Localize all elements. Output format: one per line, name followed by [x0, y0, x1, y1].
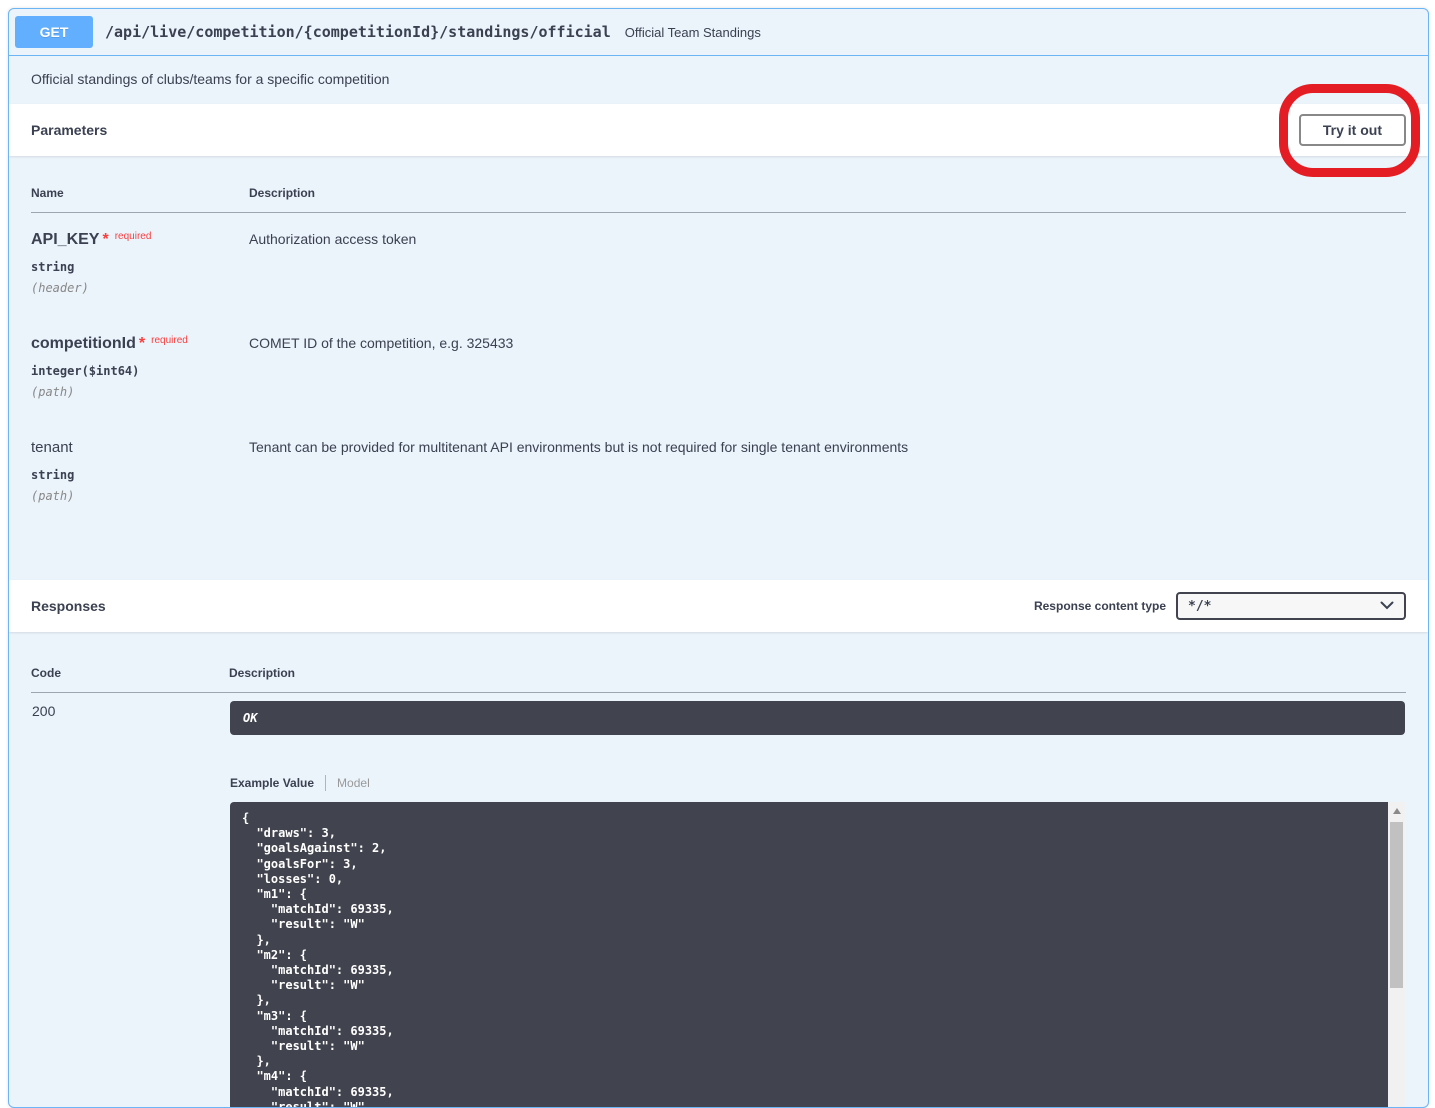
parameter-location: (path) [31, 385, 249, 399]
responses-description-header: Description [229, 666, 1406, 693]
required-label: required [115, 231, 152, 242]
response-description-bar: OK [230, 701, 1405, 735]
required-asterisk: * [102, 231, 108, 248]
endpoint-summary-text: Official Team Standings [625, 25, 761, 40]
parameters-table: Name Description API_KEY*required string… [31, 186, 1406, 525]
parameter-description: Authorization access token [249, 213, 1406, 318]
example-value-block: { "draws": 3, "goalsAgainst": 2, "goalsF… [230, 802, 1405, 1108]
parameters-section-header: Parameters Try it out [9, 104, 1428, 156]
parameter-row: competitionId* required integer($int64) (… [31, 317, 1406, 421]
parameter-name: competitionId [31, 335, 136, 352]
parameter-description: Tenant can be provided for multitenant A… [249, 421, 1406, 525]
parameter-location: (path) [31, 489, 249, 503]
parameter-name: tenant [31, 439, 73, 456]
parameter-row: tenant string (path) Tenant can be provi… [31, 421, 1406, 525]
endpoint-path: /api/live/competition/{competitionId}/st… [105, 23, 611, 41]
example-json-code: { "draws": 3, "goalsAgainst": 2, "goalsF… [230, 802, 1388, 1108]
parameters-name-header: Name [31, 186, 249, 213]
parameter-location: (header) [31, 281, 249, 295]
parameters-description-header: Description [249, 186, 1406, 213]
endpoint-summary-row[interactable]: GET /api/live/competition/{competitionId… [9, 9, 1428, 56]
scrollbar-thumb[interactable] [1390, 822, 1403, 988]
tab-model[interactable]: Model [337, 776, 370, 790]
parameter-name: API_KEY [31, 231, 99, 248]
try-it-out-button[interactable]: Try it out [1299, 114, 1406, 146]
response-content-type-label: Response content type [1034, 599, 1166, 613]
scroll-up-icon[interactable] [1388, 802, 1405, 819]
chevron-down-icon [1380, 599, 1394, 614]
parameters-table-container: Name Description API_KEY*required string… [9, 186, 1428, 525]
responses-section-header: Responses Response content type */* [9, 580, 1428, 632]
response-content-type-select[interactable]: */* [1176, 592, 1406, 620]
responses-title: Responses [31, 598, 106, 614]
responses-table-container: Code Description 200 OK Example Value Mo… [9, 666, 1428, 1108]
response-code: 200 [31, 693, 229, 1108]
response-row: 200 OK Example Value Model { "draws": 3,… [31, 693, 1406, 1108]
endpoint-description: Official standings of clubs/teams for a … [9, 56, 1428, 104]
parameter-row: API_KEY* required string (header) Authori… [31, 213, 1406, 318]
required-asterisk: * [139, 335, 145, 352]
parameter-description: COMET ID of the competition, e.g. 325433 [249, 317, 1406, 421]
parameter-type: string [31, 468, 249, 482]
responses-code-header: Code [31, 666, 229, 693]
operation-block-get: GET /api/live/competition/{competitionId… [8, 8, 1429, 1108]
parameter-type: string [31, 260, 249, 274]
parameter-type: integer($int64) [31, 364, 249, 378]
responses-table: Code Description 200 OK Example Value Mo… [31, 666, 1406, 1108]
tab-divider [325, 775, 326, 791]
http-method-badge: GET [15, 16, 93, 48]
parameters-title: Parameters [31, 122, 107, 138]
response-content-type-value: */* [1188, 599, 1211, 614]
response-content-type-group: Response content type */* [1034, 592, 1406, 620]
code-scrollbar[interactable] [1388, 802, 1405, 1108]
required-label: required [151, 335, 188, 346]
tab-example-value[interactable]: Example Value [230, 776, 314, 790]
example-model-tabs: Example Value Model [230, 775, 1405, 791]
